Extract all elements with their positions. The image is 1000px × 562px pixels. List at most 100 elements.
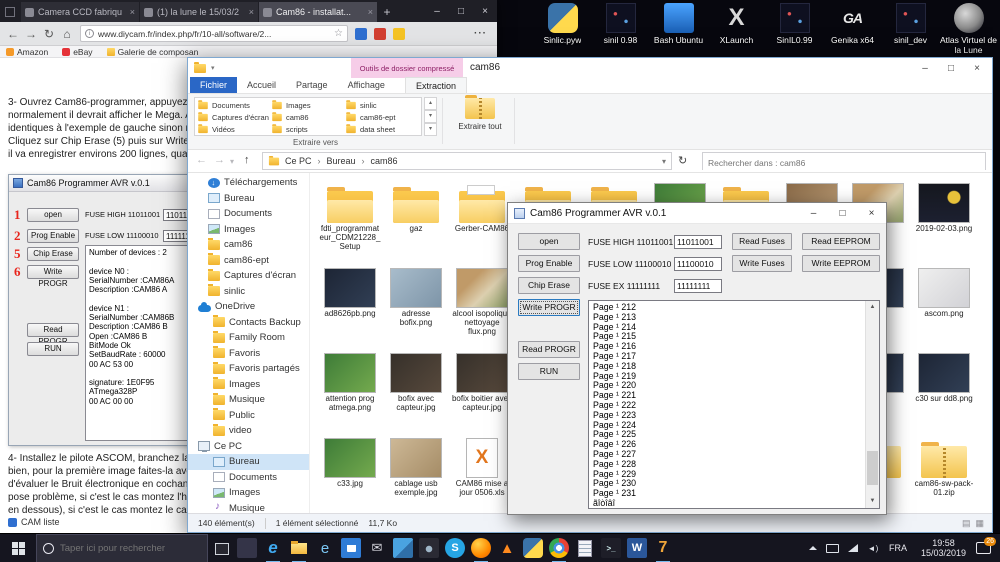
search-input[interactable] <box>703 155 985 171</box>
breadcrumb-segment[interactable]: › Ce PC <box>285 156 312 166</box>
extract-destination-item[interactable]: cam86 <box>271 111 345 123</box>
nav-item[interactable]: Contacts Backup <box>188 315 309 331</box>
taskbar-app[interactable] <box>234 534 260 562</box>
write-fuses-button[interactable]: Write Fuses <box>732 255 792 272</box>
programmer-button[interactable]: open <box>518 233 580 250</box>
taskbar-app[interactable] <box>650 534 676 562</box>
breadcrumb[interactable]: › Ce PC › Bureau › cam86 <box>262 152 672 170</box>
explorer-close-icon[interactable]: × <box>964 58 990 78</box>
breadcrumb-segment[interactable]: › Bureau <box>312 156 356 166</box>
address-dropdown-icon[interactable]: ▾ <box>662 157 666 166</box>
scroll-up-icon[interactable]: ▲ <box>866 301 879 314</box>
bookmark-item[interactable]: Galerie de composan <box>106 47 198 57</box>
ribbon-tab[interactable]: Partage <box>286 77 338 93</box>
task-view-icon[interactable] <box>208 534 234 562</box>
breadcrumb-segment[interactable]: › cam86 <box>356 156 398 166</box>
nav-item[interactable]: Images <box>188 222 309 238</box>
forward-icon[interactable]: → <box>214 154 225 166</box>
file-tile[interactable]: 2019-02-03.png <box>913 177 975 234</box>
notification-center-icon[interactable]: 26 <box>974 537 996 558</box>
bookmark-item[interactable]: eBay <box>62 47 93 57</box>
desktop-icon[interactable]: SinIL0.99 <box>766 3 823 55</box>
file-tile[interactable]: fdti_programmateur_CDM21228_Setup <box>319 177 381 251</box>
refresh-icon[interactable]: ↻ <box>678 154 687 167</box>
nav-item[interactable]: Favoris partagés <box>188 361 309 377</box>
taskbar-app[interactable] <box>286 534 312 562</box>
forward-icon[interactable]: → <box>22 27 40 41</box>
desktop-icon[interactable]: Atlas Virtuel de la Lune <box>940 3 997 55</box>
file-tile[interactable]: bofix boitier avec capteur.jpg <box>451 347 513 413</box>
desktop-icon[interactable]: XLaunch <box>708 3 765 55</box>
nav-item[interactable]: Bureau <box>188 191 309 207</box>
tab-close-icon[interactable]: × <box>249 7 254 17</box>
extract-destination-item[interactable]: data sheet <box>345 123 419 135</box>
up-icon[interactable]: ↑ <box>244 154 250 166</box>
extension-icon[interactable] <box>393 27 405 40</box>
taskbar-app[interactable] <box>546 534 572 562</box>
programmer-minimize-icon[interactable]: – <box>799 203 828 224</box>
tab-close-icon[interactable]: × <box>368 7 373 17</box>
file-tile[interactable]: cablage usb exemple.jpg <box>385 432 447 498</box>
desktop-icon[interactable]: Sinlic.pyw <box>534 3 591 55</box>
taskbar-app[interactable] <box>312 534 338 562</box>
file-tile[interactable]: gaz <box>385 177 447 234</box>
nav-item[interactable]: Téléchargements <box>188 175 309 191</box>
programmer-button[interactable]: RUN <box>518 363 580 380</box>
back-icon[interactable]: ← <box>4 27 22 41</box>
desktop-icon[interactable]: sinil_dev <box>882 3 939 55</box>
taskbar-app[interactable] <box>494 534 520 562</box>
file-tile[interactable]: cam86-sw-pack-01.zip <box>913 432 975 498</box>
desktop-icon[interactable]: sinil 0.98 <box>592 3 649 55</box>
favorite-star-icon[interactable]: ☆ <box>334 28 343 39</box>
extract-destination-item[interactable]: Documents <box>197 99 271 111</box>
taskbar-search[interactable] <box>36 533 208 562</box>
address-bar[interactable]: i www.diycam.fr/index.php/fr/10-all/soft… <box>80 25 348 42</box>
bookmark-item[interactable]: Amazon <box>6 47 48 57</box>
home-icon[interactable]: ⌂ <box>58 27 76 41</box>
programmer-button[interactable]: Chip Erase <box>518 277 580 294</box>
tray-chevron-up-icon[interactable] <box>803 546 823 550</box>
browser-tab[interactable]: Camera CCD fabriqu × <box>21 2 139 22</box>
details-view-icon[interactable]: ▤ <box>962 518 971 529</box>
nav-item[interactable]: Documents <box>188 470 309 486</box>
nav-item[interactable]: Ce PC <box>188 439 309 455</box>
nav-item[interactable]: OneDrive <box>188 299 309 315</box>
ribbon-tab[interactable]: Accueil <box>237 77 286 93</box>
gallery-scroll-up-icon[interactable]: ▴ <box>424 97 437 110</box>
explorer-search-box[interactable] <box>702 152 986 171</box>
nav-item[interactable]: Family Room <box>188 330 309 346</box>
extract-destination-item[interactable]: Captures d'écran <box>197 111 271 123</box>
tray-clock[interactable]: 19:58 15/03/2019 <box>921 538 966 558</box>
taskbar-app[interactable] <box>572 534 598 562</box>
back-icon[interactable]: ← <box>196 154 207 166</box>
programmer-button[interactable]: Read PROGR <box>518 341 580 358</box>
refresh-icon[interactable]: ↻ <box>40 27 58 41</box>
file-tile[interactable]: bofix avec capteur.jpg <box>385 347 447 413</box>
nav-item[interactable]: Musique <box>188 392 309 408</box>
explorer-maximize-icon[interactable]: □ <box>938 58 964 78</box>
taskbar-app[interactable] <box>442 534 468 562</box>
write-eeprom-button[interactable]: Write EEPROM <box>802 255 880 272</box>
extract-destination-item[interactable]: sinlic <box>345 99 419 111</box>
page-footer-link[interactable]: CAM liste <box>8 517 60 527</box>
programmer-button[interactable]: Write PROGR <box>518 299 580 316</box>
desktop-icon[interactable]: Bash Ubuntu <box>650 3 707 55</box>
read-eeprom-button[interactable]: Read EEPROM <box>802 233 880 250</box>
nav-item[interactable]: Favoris <box>188 346 309 362</box>
extension-icon[interactable] <box>374 27 386 40</box>
tab-preview-icon[interactable] <box>5 7 15 17</box>
language-indicator[interactable]: FRA <box>889 543 907 553</box>
taskbar-app[interactable] <box>390 534 416 562</box>
explorer-titlebar[interactable]: ▾ Outils de dossier compressé cam86 – □ … <box>188 58 992 78</box>
browser-minimize-icon[interactable]: – <box>425 0 449 22</box>
nav-item[interactable]: Documents <box>188 206 309 222</box>
scrollbar-thumb[interactable] <box>867 451 878 485</box>
ribbon-tab[interactable]: Fichier <box>190 77 238 93</box>
ribbon-tab[interactable]: Affichage <box>338 77 395 93</box>
nav-item[interactable]: cam86 <box>188 237 309 253</box>
taskbar-app[interactable] <box>468 534 494 562</box>
extract-all-button[interactable]: Extraire tout <box>450 95 510 147</box>
browser-maximize-icon[interactable]: □ <box>449 0 473 22</box>
file-tile[interactable]: adresse bofix.png <box>385 262 447 328</box>
site-info-icon[interactable]: i <box>85 29 94 38</box>
